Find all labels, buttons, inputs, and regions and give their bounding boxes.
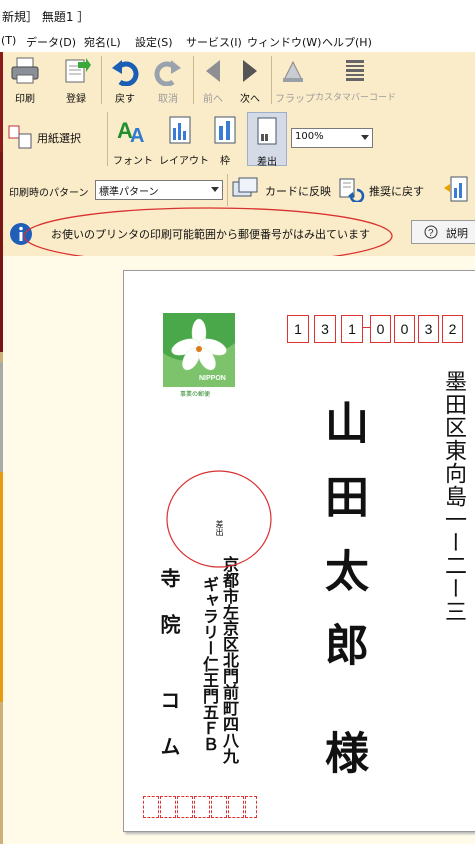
layout-toolbar: 用紙選択 A A フォント レイアウト 枠 差出 100% — [3, 108, 475, 171]
sender-postal-box — [177, 796, 193, 818]
sender-postal-box — [194, 796, 210, 818]
zoom-select[interactable]: 100% — [291, 128, 373, 148]
triangle-right-icon — [243, 60, 257, 82]
barcode-button[interactable]: カスタマバーコード — [315, 54, 397, 106]
next-label: 次へ — [240, 94, 260, 105]
help-icon: ? — [424, 225, 438, 239]
prev-button[interactable]: 前へ — [198, 54, 228, 106]
sender-postal-box — [211, 796, 227, 818]
next-button[interactable]: 次へ — [235, 54, 265, 106]
recipient-honorific: 様 — [317, 730, 368, 774]
redo-icon — [154, 60, 181, 86]
chevron-down-icon — [361, 135, 369, 140]
flap-button[interactable]: フラップ — [275, 54, 315, 106]
sender-highlight-oval — [166, 470, 272, 568]
layout-icon — [169, 116, 191, 144]
reset-recommended-button[interactable]: 推奨に戻す — [337, 176, 437, 204]
main-toolbar: 印刷 登録 戻す 取消 前へ 次へ フラップ カスタマバーコード — [3, 52, 475, 109]
barcode-label: カスタマバーコード — [315, 93, 397, 103]
sender-postal-box — [143, 796, 159, 818]
postal-digit: 1 — [341, 315, 363, 343]
recipient-name: 山田太郎 — [317, 400, 368, 696]
postal-digit: 0 — [394, 315, 415, 343]
reset-icon — [339, 178, 365, 202]
menu-data[interactable]: データ(D) — [26, 34, 76, 50]
postage-stamp: NIPPON — [163, 313, 235, 387]
frame-icon — [214, 116, 236, 144]
frame-label: 枠 — [220, 156, 230, 167]
paper-select-icon — [8, 125, 32, 149]
redo-button[interactable]: 取消 — [149, 54, 187, 106]
recipient-address: 墨田区東向島一ー二ー三 — [441, 370, 466, 623]
menu-bar: (T) データ(D) 宛名(L) 設定(S) サービス(I) ウィンドウ(W) … — [0, 30, 475, 53]
apply-card-label: カードに反映 — [265, 185, 331, 198]
pattern-label: 印刷時のパターン — [9, 188, 89, 199]
svg-text:?: ? — [428, 228, 434, 239]
postal-digit: 0 — [370, 315, 391, 343]
apply-card-icon — [232, 177, 258, 197]
print-label: 印刷 — [15, 94, 35, 105]
stamp-caption: 事業の郵便 — [180, 391, 211, 398]
font-button[interactable]: A A フォント — [113, 112, 153, 167]
sender-address-line2: ギャラリー仁王門五ＦＢ — [200, 576, 219, 752]
sender-icon — [257, 117, 277, 145]
flap-icon — [283, 60, 303, 82]
sender-button[interactable]: 差出 — [247, 112, 287, 168]
pattern-value: 標準パターン — [99, 187, 159, 198]
help-label: 説明 — [446, 227, 468, 240]
postal-digit: 3 — [418, 315, 439, 343]
sender-name-line1: 寺院 — [157, 568, 181, 660]
menu-address[interactable]: 宛名(L) — [84, 34, 121, 50]
register-icon — [65, 58, 91, 83]
font-label: フォント — [113, 156, 153, 167]
postal-digit: 2 — [442, 315, 463, 343]
sender-postal-box — [228, 796, 244, 818]
sender-postal-box — [245, 796, 257, 818]
postal-digit: 1 — [287, 315, 309, 343]
prev-label: 前へ — [203, 94, 223, 105]
chevron-down-icon — [211, 187, 219, 192]
layout-button[interactable]: レイアウト — [159, 112, 209, 167]
menu-tools[interactable]: (T) — [1, 34, 16, 47]
menu-service[interactable]: サービス(I) — [186, 34, 242, 50]
undo-icon — [112, 60, 139, 86]
font-icon: A A — [117, 118, 144, 146]
barcode-icon — [346, 60, 364, 81]
printer-icon — [11, 57, 39, 84]
menu-settings[interactable]: 設定(S) — [135, 34, 173, 50]
sender-label: 差出 — [257, 157, 277, 168]
print-button[interactable]: 印刷 — [5, 54, 45, 106]
extra-tool-button[interactable] — [443, 174, 473, 206]
menu-help[interactable]: ヘルプ(H) — [322, 34, 372, 50]
stamp-text: NIPPON — [199, 375, 226, 382]
redo-label: 取消 — [158, 94, 178, 105]
sender-postal-box — [160, 796, 176, 818]
apply-card-button[interactable]: カードに反映 — [231, 176, 331, 204]
sender-name-line2: コム — [157, 690, 181, 782]
register-button[interactable]: 登録 — [56, 54, 96, 106]
pattern-select[interactable]: 標準パターン — [95, 180, 223, 200]
sender-address-line1: 京都市左京区北門前町四八九 — [220, 556, 239, 764]
postal-hyphen — [363, 327, 370, 328]
frame-button[interactable]: 枠 — [207, 112, 243, 167]
postal-digit: 3 — [314, 315, 336, 343]
paper-select-button[interactable]: 用紙選択 — [7, 122, 87, 154]
undo-button[interactable]: 戻す — [106, 54, 144, 106]
flap-label: フラップ — [275, 94, 315, 105]
triangle-left-icon — [206, 60, 220, 82]
svg-text:A: A — [130, 125, 144, 146]
help-button[interactable]: ? 説明 — [411, 220, 475, 244]
register-label: 登録 — [66, 94, 86, 105]
zoom-value: 100% — [295, 131, 324, 142]
window-title: 新規］ 無題1 ］ — [2, 10, 90, 24]
reset-recommended-label: 推奨に戻す — [369, 185, 424, 198]
paper-select-label: 用紙選択 — [37, 132, 81, 145]
layout-label: レイアウト — [159, 156, 209, 167]
undo-label: 戻す — [115, 94, 135, 105]
document-icon — [444, 176, 468, 202]
menu-window[interactable]: ウィンドウ(W) — [247, 34, 321, 50]
title-bar: 新規］ 無題1 ］ — [0, 0, 475, 30]
